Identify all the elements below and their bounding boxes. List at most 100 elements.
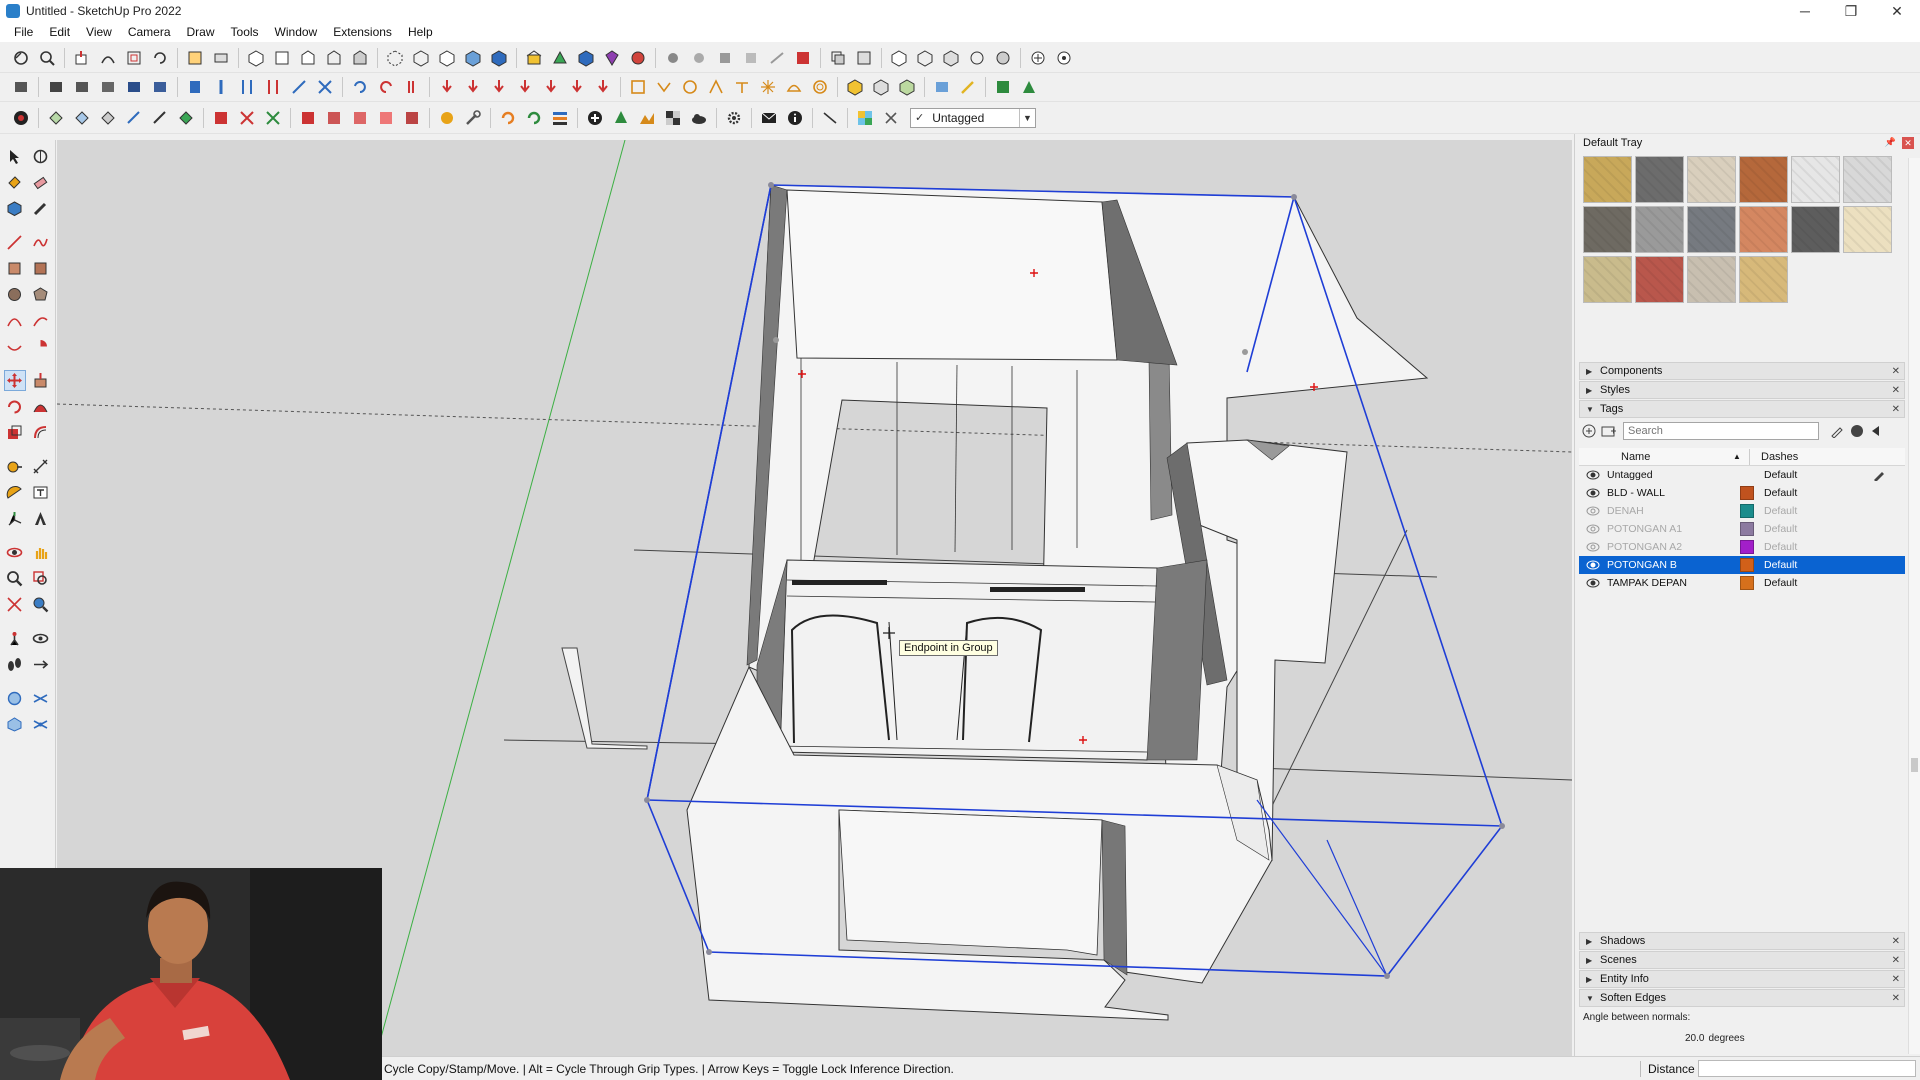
material-swatch[interactable]: [1791, 156, 1840, 203]
eye-hidden-icon[interactable]: [1579, 506, 1607, 516]
plugin-tool-3-icon[interactable]: [714, 47, 736, 69]
panel-soften-edges[interactable]: ▼ Soften Edges ✕: [1579, 989, 1905, 1007]
stair-7-icon[interactable]: [592, 76, 614, 98]
curve-tool-7-icon[interactable]: [783, 76, 805, 98]
menu-help[interactable]: Help: [400, 25, 441, 39]
align-2-icon[interactable]: [210, 76, 232, 98]
back-view-icon[interactable]: [349, 47, 371, 69]
orbit-tool-icon[interactable]: [10, 47, 32, 69]
align-6-icon[interactable]: [314, 76, 336, 98]
zoom-window-icon[interactable]: [36, 47, 58, 69]
top-view-icon[interactable]: [271, 47, 293, 69]
group-1-icon[interactable]: [45, 76, 67, 98]
solid-tools-4-icon[interactable]: [966, 47, 988, 69]
tag-row[interactable]: DENAH Default: [1579, 502, 1905, 520]
layers-tool-icon[interactable]: [827, 47, 849, 69]
two-point-arc-icon[interactable]: [30, 310, 52, 331]
group-5-icon[interactable]: [149, 76, 171, 98]
sandbox-flip-icon[interactable]: [30, 714, 52, 735]
sandbox-4-icon[interactable]: [123, 107, 145, 129]
share-model-icon[interactable]: [549, 47, 571, 69]
dimension-tool-icon[interactable]: [30, 456, 52, 477]
scale-tool-icon[interactable]: [4, 422, 26, 443]
tag-color-swatch[interactable]: [1733, 558, 1761, 572]
tag-paint-icon[interactable]: [1827, 421, 1847, 441]
redo-icon[interactable]: [375, 76, 397, 98]
sandbox-5-icon[interactable]: [149, 107, 171, 129]
plugin-tool-5-icon[interactable]: [766, 47, 788, 69]
group-2-icon[interactable]: [71, 76, 93, 98]
arch-tool-7-icon[interactable]: [375, 107, 397, 129]
three-point-arc-icon[interactable]: [4, 336, 26, 357]
info-icon[interactable]: [784, 107, 806, 129]
ruby-gem-icon[interactable]: [601, 47, 623, 69]
solid-tools-1-icon[interactable]: [888, 47, 910, 69]
sandbox-stamp-icon[interactable]: [30, 688, 52, 709]
pin-icon[interactable]: 📌: [1885, 137, 1896, 148]
menu-tools[interactable]: Tools: [223, 25, 267, 39]
circle-tool-icon[interactable]: [4, 284, 26, 305]
outliner-tool-icon[interactable]: [853, 47, 875, 69]
tag-color-swatch[interactable]: [1733, 486, 1761, 500]
menu-view[interactable]: View: [78, 25, 120, 39]
warehouse-icon[interactable]: [523, 47, 545, 69]
right-view-icon[interactable]: [323, 47, 345, 69]
solid-tools-2-icon[interactable]: [914, 47, 936, 69]
line-draw-icon[interactable]: [819, 107, 841, 129]
material-swatch[interactable]: [1843, 206, 1892, 253]
arch-tool-6-icon[interactable]: [349, 107, 371, 129]
curve-tool-3-icon[interactable]: [679, 76, 701, 98]
arch-tool-1-icon[interactable]: [210, 107, 232, 129]
plugin-tool-1-icon[interactable]: [662, 47, 684, 69]
polygon-tool-icon[interactable]: [30, 284, 52, 305]
panel-components[interactable]: ▶ Components ✕: [1579, 362, 1905, 380]
tag-color-swatch[interactable]: [1733, 504, 1761, 518]
eye-icon[interactable]: [1579, 470, 1607, 480]
add-tag-folder-icon[interactable]: [1599, 421, 1619, 441]
walk-tool-icon[interactable]: [4, 654, 26, 675]
group-4-icon[interactable]: [123, 76, 145, 98]
add-location-icon[interactable]: [1027, 47, 1049, 69]
tag-dashes[interactable]: Default: [1761, 559, 1861, 571]
stair-1-icon[interactable]: [436, 76, 458, 98]
reload-orange-icon[interactable]: [497, 107, 519, 129]
restore-button[interactable]: ❐: [1828, 0, 1874, 22]
tags-search-input[interactable]: [1623, 422, 1819, 440]
align-4-icon[interactable]: [262, 76, 284, 98]
tray-scrollbar[interactable]: [1908, 158, 1920, 1054]
offset-tool-icon[interactable]: [30, 422, 52, 443]
panel-close-icon[interactable]: ✕: [1892, 993, 1900, 1004]
shaded-icon[interactable]: [462, 47, 484, 69]
tag-row[interactable]: TAMPAK DEPAN Default: [1579, 574, 1905, 592]
look-around-icon[interactable]: [30, 628, 52, 649]
sun-icon[interactable]: [436, 107, 458, 129]
wrench-icon[interactable]: [462, 107, 484, 129]
undo-icon[interactable]: [349, 76, 371, 98]
xray-icon[interactable]: [384, 47, 406, 69]
box-tool-3-icon[interactable]: [896, 76, 918, 98]
tag-dashes[interactable]: Default: [1761, 577, 1861, 589]
envelope-icon[interactable]: [758, 107, 780, 129]
material-swatch[interactable]: [1843, 156, 1892, 203]
material-swatch[interactable]: [1687, 256, 1736, 303]
material-swatch[interactable]: [1687, 156, 1736, 203]
menu-extensions[interactable]: Extensions: [325, 25, 400, 39]
eraser-small-icon[interactable]: [401, 76, 423, 98]
material-swatch[interactable]: [1635, 156, 1684, 203]
color-by-tag-icon[interactable]: [1847, 421, 1867, 441]
align-5-icon[interactable]: [288, 76, 310, 98]
tree-green-icon[interactable]: [610, 107, 632, 129]
zoom-extents-icon[interactable]: [4, 594, 26, 615]
sandbox-6-icon[interactable]: [175, 107, 197, 129]
move-tool-icon[interactable]: [3, 370, 26, 391]
panel-close-icon[interactable]: ✕: [1892, 385, 1900, 396]
panel-close-icon[interactable]: ✕: [1892, 936, 1900, 947]
zoom-tool-icon[interactable]: [4, 568, 26, 589]
stair-3-icon[interactable]: [488, 76, 510, 98]
curve-tool-8-icon[interactable]: [809, 76, 831, 98]
tag-row[interactable]: POTONGAN A1 Default: [1579, 520, 1905, 538]
arch-tool-8-icon[interactable]: [401, 107, 423, 129]
textured-icon[interactable]: [488, 47, 510, 69]
tag-row[interactable]: Untagged Default: [1579, 466, 1905, 484]
curve-tool-4-icon[interactable]: [705, 76, 727, 98]
